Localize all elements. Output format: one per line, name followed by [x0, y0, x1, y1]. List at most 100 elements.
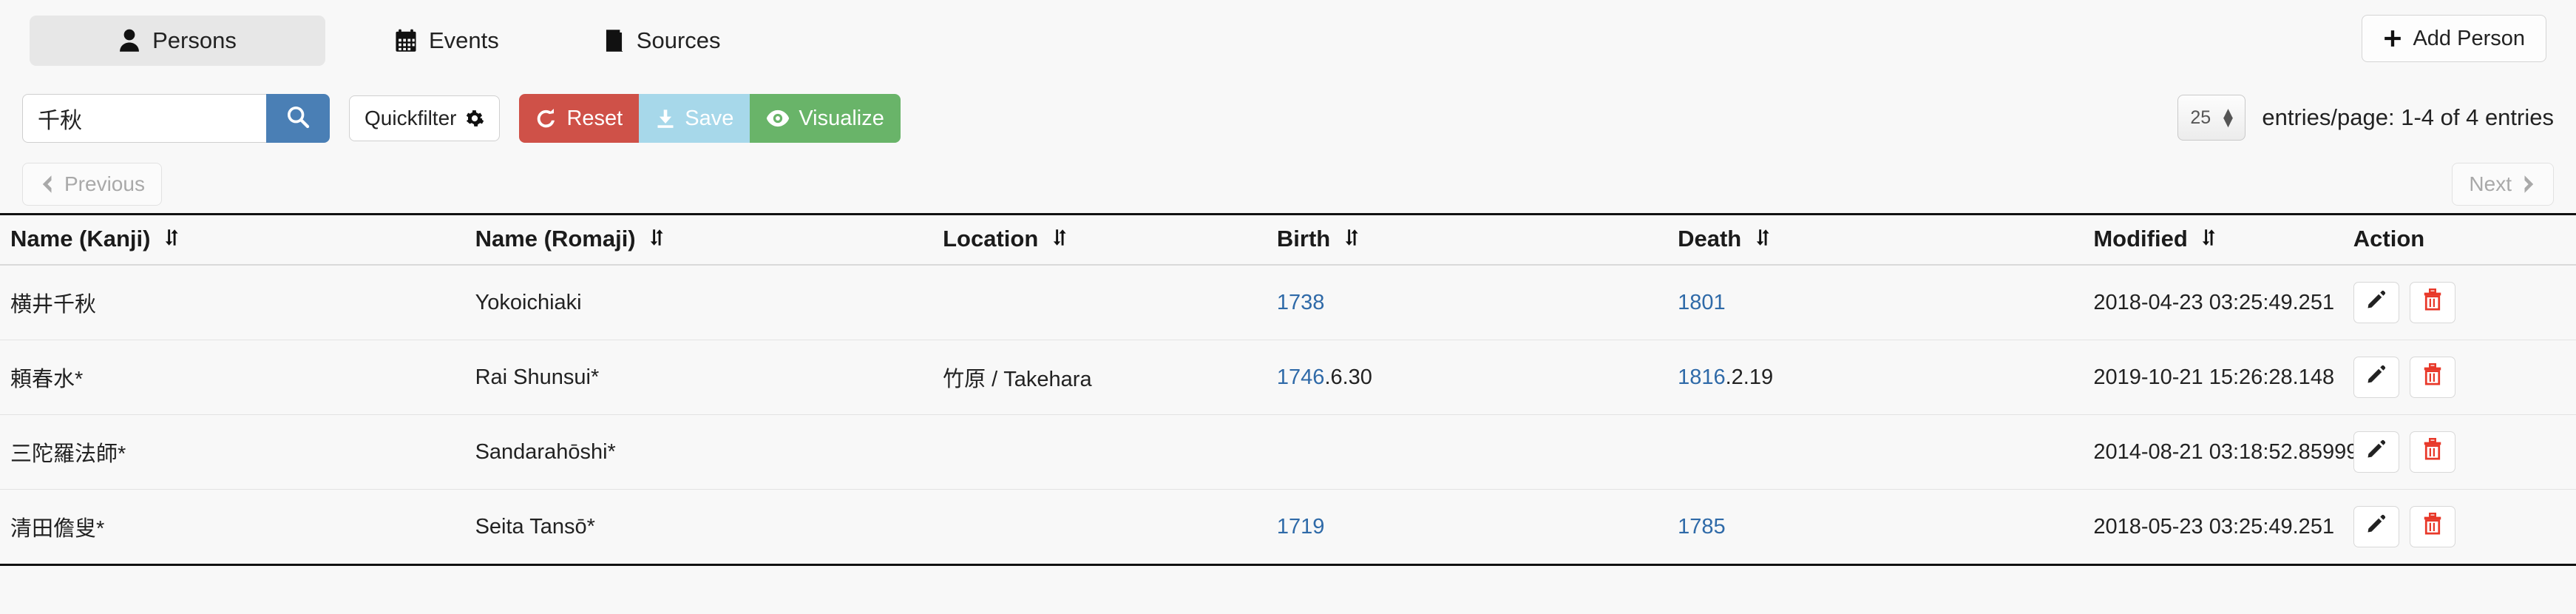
cell-name-kanji: 頼春水*: [0, 340, 475, 415]
row-action-group: [2353, 431, 2576, 473]
cell-death: [1678, 414, 2094, 490]
reset-button[interactable]: Reset: [519, 94, 640, 143]
row-action-group: [2353, 357, 2576, 398]
previous-page-button[interactable]: Previous: [22, 163, 162, 206]
name-kanji-text: 頼春水*: [10, 368, 84, 391]
tab-persons[interactable]: Persons: [30, 16, 325, 66]
cell-name-kanji: 横井千秋: [0, 265, 475, 340]
chevron-left-icon: [39, 175, 54, 194]
year-link[interactable]: 1801: [1678, 291, 1726, 314]
cell-action: [2353, 414, 2576, 490]
name-kanji-text: 横井千秋: [10, 293, 97, 317]
year-link[interactable]: 1738: [1277, 291, 1325, 314]
edit-row-button[interactable]: [2353, 431, 2399, 473]
entries-per-page-select[interactable]: 25 ▲ ▼: [2177, 95, 2246, 141]
cell-location: [943, 489, 1277, 566]
delete-row-button[interactable]: [2409, 506, 2455, 547]
column-header-name-romaji-label: Name (Romaji): [475, 226, 636, 252]
cell-birth: 1719: [1276, 489, 1678, 566]
cell-modified: 2018-05-23 03:25:49.251: [2093, 489, 2353, 566]
table-body: 横井千秋 Yokoichiaki 1738 1801 2018-04-23 03:25:…: [0, 265, 2576, 566]
column-header-location-label: Location: [943, 226, 1039, 252]
cell-location: 竹原 / Takehara: [943, 340, 1277, 415]
quickfilter-button[interactable]: Quickfilter: [349, 95, 501, 141]
row-action-group: [2353, 506, 2576, 547]
column-header-birth[interactable]: Birth: [1276, 213, 1678, 266]
column-header-name-romaji[interactable]: Name (Romaji): [475, 213, 943, 266]
table-row: 頼春水* Rai Shunsui* 竹原 / Takehara 1746.6.30 18…: [0, 340, 2576, 415]
pencil-icon: [2365, 289, 2387, 317]
search-icon: [285, 104, 311, 133]
edit-row-button[interactable]: [2353, 282, 2399, 323]
add-person-label: Add Person: [2413, 26, 2525, 50]
year-link[interactable]: 1746: [1277, 365, 1325, 389]
chevron-right-icon: [2522, 175, 2537, 194]
trash-icon: [2422, 513, 2443, 541]
delete-row-button[interactable]: [2409, 431, 2455, 473]
sort-icon: [164, 226, 179, 252]
pencil-icon: [2365, 438, 2387, 466]
column-header-death-label: Death: [1678, 226, 1742, 252]
save-label: Save: [685, 106, 734, 130]
next-page-button[interactable]: Next: [2452, 163, 2554, 206]
cell-name-kanji: 清田儋叟*: [0, 489, 475, 566]
entries-count-label: entries/page: 1-4 of 4 entries: [2262, 104, 2554, 130]
column-header-action: Action: [2353, 213, 2576, 266]
table-row: 横井千秋 Yokoichiaki 1738 1801 2018-04-23 03:25:…: [0, 265, 2576, 340]
tab-sources-label: Sources: [636, 27, 721, 53]
sort-icon: [1755, 226, 1770, 252]
add-person-button[interactable]: Add Person: [2362, 15, 2546, 62]
cell-death: 1801: [1678, 265, 2094, 340]
date-detail: .2.19: [1725, 365, 1774, 389]
tab-events[interactable]: Events: [359, 16, 535, 66]
visualize-button[interactable]: Visualize: [750, 94, 901, 143]
tab-events-label: Events: [429, 27, 499, 53]
previous-page-label: Previous: [64, 172, 145, 195]
cell-action: [2353, 265, 2576, 340]
column-header-death[interactable]: Death: [1678, 213, 2094, 266]
cell-modified: 2014-08-21 03:18:52.859999: [2093, 414, 2370, 490]
cell-modified: 2019-10-21 15:26:28.148: [2093, 340, 2353, 415]
year-link[interactable]: 1785: [1678, 515, 1726, 539]
location-text: 竹原 / Takehara: [943, 368, 1092, 391]
edit-row-button[interactable]: [2353, 506, 2399, 547]
search-input[interactable]: [22, 94, 266, 143]
sort-icon: [1052, 226, 1067, 252]
table-row: 清田儋叟* Seita Tansō* 1719 1785 2018-05-23 03:2…: [0, 489, 2576, 566]
edit-row-button[interactable]: [2353, 357, 2399, 398]
eye-icon: [766, 107, 790, 129]
reset-label: Reset: [566, 106, 623, 130]
trash-icon: [2422, 289, 2443, 317]
nav-tab-list: Persons Events Sources: [30, 16, 756, 66]
column-header-location[interactable]: Location: [943, 213, 1277, 266]
cell-name-romaji: Rai Shunsui*: [475, 340, 943, 415]
sort-icon: [649, 226, 664, 252]
search-button[interactable]: [266, 94, 330, 143]
year-link[interactable]: 1816: [1678, 365, 1726, 389]
persons-table: Name (Kanji) Name (Romaji) Location Birt…: [0, 213, 2576, 566]
delete-row-button[interactable]: [2409, 357, 2455, 398]
delete-row-button[interactable]: [2409, 282, 2455, 323]
sort-icon: [2201, 226, 2216, 252]
tab-persons-label: Persons: [152, 27, 237, 53]
column-header-modified[interactable]: Modified: [2093, 213, 2353, 266]
entries-per-page-group: 25 ▲ ▼ entries/page: 1-4 of 4 entries: [2177, 95, 2554, 141]
top-navbar: Persons Events Sources Add Person: [0, 0, 2576, 81]
year-link[interactable]: 1719: [1277, 515, 1325, 539]
modified-text: 2014-08-21 03:18:52.859999: [2093, 439, 2370, 464]
cell-location: [943, 265, 1277, 340]
spinner-arrows-icon: ▲ ▼: [2220, 103, 2237, 131]
column-header-name-kanji[interactable]: Name (Kanji): [0, 213, 475, 266]
table-row: 三陀羅法師* Sandarahōshi* 2014-08-21 03:18:52.8…: [0, 414, 2576, 490]
date-detail: .6.30: [1324, 365, 1372, 389]
table-header-row: Name (Kanji) Name (Romaji) Location Birt…: [0, 213, 2576, 266]
next-page-label: Next: [2469, 172, 2512, 195]
modified-text: 2018-05-23 03:25:49.251: [2093, 514, 2335, 539]
plus-icon: [2383, 29, 2402, 48]
cell-name-romaji: Seita Tansō*: [475, 489, 943, 566]
trash-icon: [2422, 363, 2443, 391]
name-romaji-text: Rai Shunsui*: [475, 365, 600, 389]
refresh-icon: [535, 107, 557, 129]
tab-sources[interactable]: Sources: [569, 16, 756, 66]
save-button[interactable]: Save: [639, 94, 750, 143]
